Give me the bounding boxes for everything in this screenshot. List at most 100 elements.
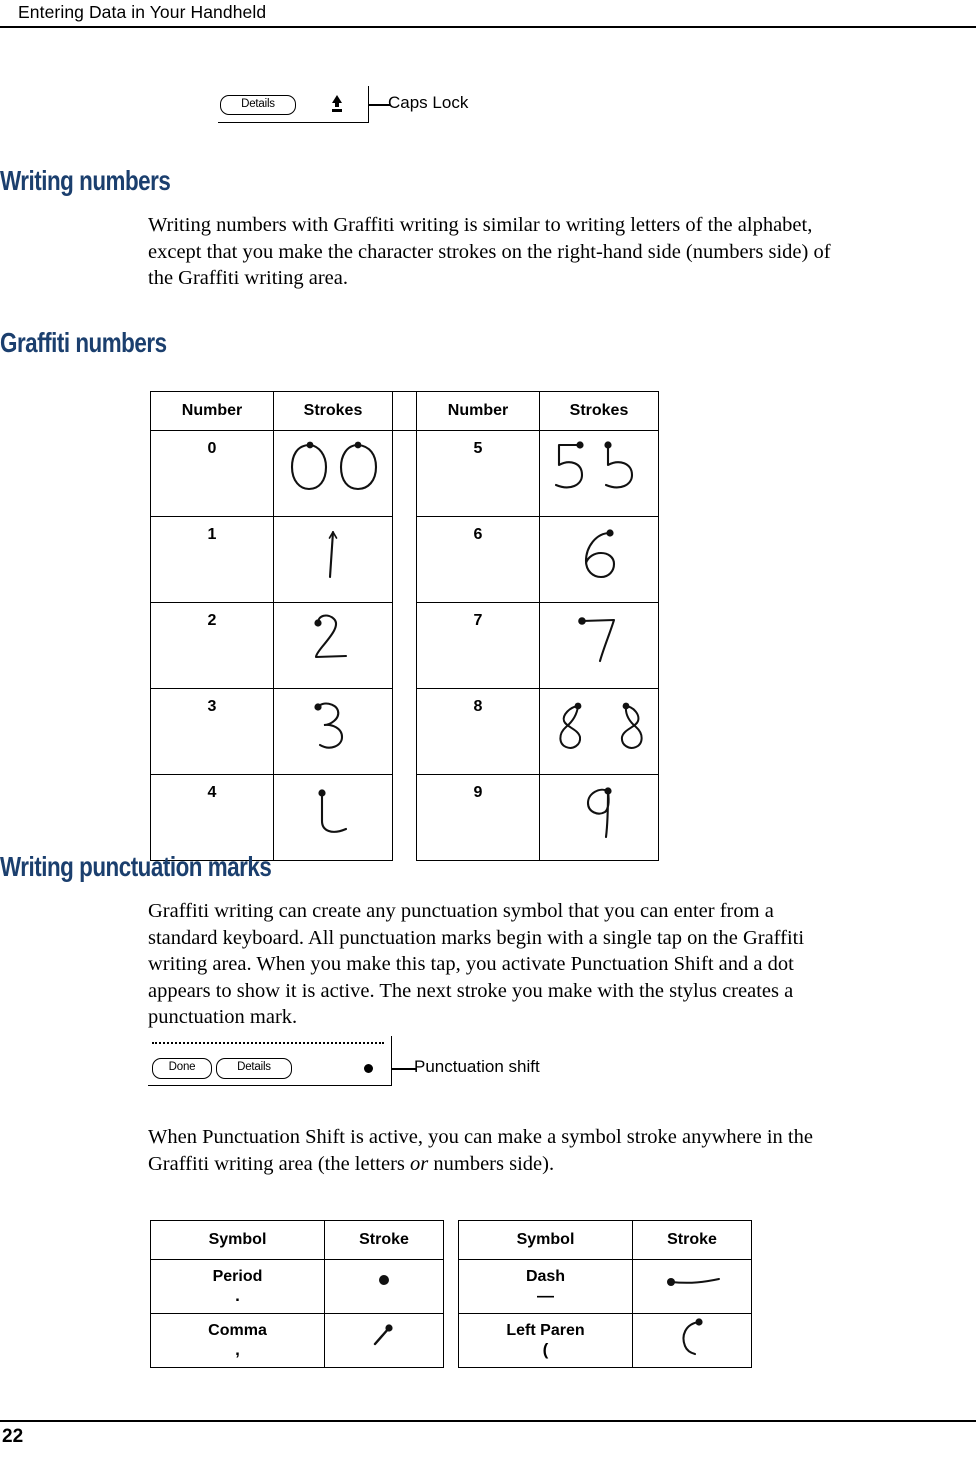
header-divider	[0, 26, 976, 28]
column-header-stroke: Stroke	[632, 1220, 752, 1260]
page-header: Entering Data in Your Handheld	[0, 0, 976, 30]
cell-number: 9	[416, 774, 540, 861]
cell-stroke	[539, 688, 659, 775]
four-stroke	[274, 775, 392, 860]
cell-number: 1	[150, 516, 274, 603]
heading-graffiti-numbers: Graffiti numbers	[0, 327, 167, 358]
done-button[interactable]: Done	[152, 1058, 212, 1079]
cell-stroke	[273, 688, 393, 775]
table-spacer-cell	[392, 602, 417, 689]
symbol-name: Period	[212, 1268, 263, 1285]
caps-lock-underbar	[332, 109, 342, 112]
cell-stroke	[632, 1313, 752, 1368]
symbol-name: Comma	[208, 1322, 267, 1339]
punctuation-table-right: Symbol Stroke Dash — Left Paren (	[458, 1220, 752, 1368]
cell-stroke	[632, 1259, 752, 1314]
symbol-glyph: —	[537, 1286, 554, 1305]
column-header-stroke: Stroke	[324, 1220, 444, 1260]
cell-number: 7	[416, 602, 540, 689]
five-two-variants-stroke	[540, 431, 658, 516]
six-stroke	[540, 517, 658, 602]
eight-two-variants-stroke	[540, 689, 658, 774]
paragraph-writing-numbers: Writing numbers with Graffiti writing is…	[148, 214, 831, 289]
column-header-strokes-left: Strokes	[273, 391, 393, 431]
paragraph-punctuation-shift-active: When Punctuation Shift is active, you ca…	[148, 1124, 848, 1177]
column-header-number-right: Number	[416, 391, 540, 431]
cell-number: 4	[150, 774, 274, 861]
cell-stroke	[273, 430, 393, 517]
callout-label-caps-lock: Caps Lock	[388, 93, 469, 112]
figure-caps-lock: Details Caps Lock	[218, 86, 638, 128]
cell-stroke	[539, 516, 659, 603]
table-spacer-cell	[392, 430, 417, 517]
column-header-strokes-right: Strokes	[539, 391, 659, 431]
cell-number: 3	[150, 688, 274, 775]
running-title: Entering Data in Your Handheld	[18, 2, 267, 22]
table-header-row: Number Strokes Number Strokes	[150, 391, 659, 431]
heading-writing-numbers: Writing numbers	[0, 165, 171, 196]
period-dot-stroke	[325, 1260, 443, 1313]
handheld-screen-corner: Details	[218, 86, 369, 123]
cell-number: 6	[416, 516, 540, 603]
symbol-glyph: .	[235, 1286, 240, 1305]
table-header-row: Symbol Stroke	[458, 1220, 752, 1260]
table-row: 4 9	[150, 774, 659, 861]
paragraph-italic-or: or	[410, 1152, 429, 1175]
table-row: 1 6	[150, 516, 659, 603]
handheld-screen-corner: Done Details	[148, 1036, 392, 1086]
comma-diagonal-stroke	[325, 1314, 443, 1367]
cell-stroke	[273, 774, 393, 861]
callout-leader-line	[391, 1068, 416, 1070]
cell-number: 8	[416, 688, 540, 775]
table-row: Left Paren (	[458, 1313, 752, 1368]
caps-lock-arrow-stem	[335, 102, 339, 107]
details-button[interactable]: Details	[216, 1058, 292, 1079]
cell-stroke	[273, 602, 393, 689]
two-stroke	[274, 603, 392, 688]
table-row: 0 5	[150, 430, 659, 517]
caps-lock-icon	[329, 95, 345, 115]
dotted-separator	[152, 1042, 384, 1044]
cell-stroke	[324, 1313, 444, 1368]
cell-stroke	[539, 602, 659, 689]
punctuation-table-left: Symbol Stroke Period . Comma ,	[150, 1220, 444, 1368]
cell-stroke	[539, 774, 659, 861]
table-spacer-column	[392, 391, 417, 431]
cell-number: 0	[150, 430, 274, 517]
nine-stroke	[540, 775, 658, 860]
dash-horizontal-stroke	[633, 1260, 751, 1313]
table-spacer-cell	[392, 774, 417, 861]
cell-number: 5	[416, 430, 540, 517]
paragraph-part-2: numbers side).	[428, 1152, 555, 1175]
seven-stroke	[540, 603, 658, 688]
cell-stroke	[324, 1259, 444, 1314]
cell-symbol: Dash —	[458, 1259, 633, 1314]
left-paren-curve-stroke	[633, 1314, 751, 1367]
table-row: Dash —	[458, 1259, 752, 1314]
graffiti-numbers-table: Number Strokes Number Strokes 0 5 1 6 2 …	[150, 391, 659, 861]
table-row: Period .	[150, 1259, 444, 1314]
paragraph-writing-punctuation: Graffiti writing can create any punctuat…	[148, 900, 805, 1028]
table-spacer-cell	[392, 516, 417, 603]
column-header-symbol: Symbol	[458, 1220, 633, 1260]
callout-leader-line	[368, 104, 390, 106]
figure-punctuation-shift: Done Details Punctuation shift	[148, 1036, 618, 1092]
symbol-glyph: ,	[235, 1340, 240, 1359]
cell-symbol: Comma ,	[150, 1313, 325, 1368]
cell-stroke	[273, 516, 393, 603]
table-row: 2 7	[150, 602, 659, 689]
one-vertical-stroke	[274, 517, 392, 602]
cell-symbol: Left Paren (	[458, 1313, 633, 1368]
cell-number: 2	[150, 602, 274, 689]
punctuation-shift-dot-icon	[364, 1064, 373, 1073]
table-spacer-cell	[392, 688, 417, 775]
symbol-name: Left Paren	[506, 1322, 585, 1339]
table-row: Comma ,	[150, 1313, 444, 1368]
column-header-number-left: Number	[150, 391, 274, 431]
cell-symbol: Period .	[150, 1259, 325, 1314]
zero-two-circles-stroke	[274, 431, 392, 516]
footer-divider	[0, 1420, 976, 1422]
callout-label-punctuation-shift: Punctuation shift	[414, 1057, 540, 1076]
details-button[interactable]: Details	[220, 95, 296, 115]
table-header-row: Symbol Stroke	[150, 1220, 444, 1260]
